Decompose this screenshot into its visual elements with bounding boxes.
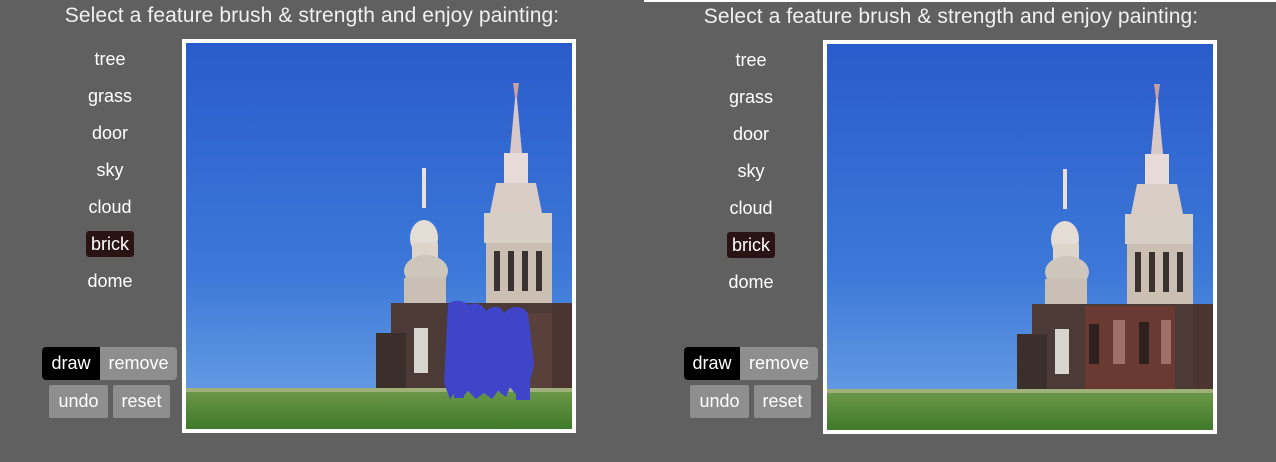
mode-toggle: draw remove <box>42 347 177 380</box>
remove-button[interactable]: remove <box>740 347 818 380</box>
painting-canvas[interactable] <box>182 39 576 433</box>
brush-stroke <box>444 300 534 400</box>
undo-button[interactable]: undo <box>49 385 108 418</box>
brush-brick[interactable]: brick <box>711 227 791 264</box>
brush-grass[interactable]: grass <box>711 79 791 116</box>
brush-tree[interactable]: tree <box>70 41 150 78</box>
brush-brick[interactable]: brick <box>70 226 150 263</box>
brush-cloud[interactable]: cloud <box>711 190 791 227</box>
brush-list: tree grass door sky cloud brick dome <box>70 41 150 300</box>
mode-toggle: draw remove <box>684 347 818 380</box>
painting-canvas[interactable] <box>823 40 1217 434</box>
action-buttons: undo reset <box>49 385 170 418</box>
brush-list: tree grass door sky cloud brick dome <box>711 42 791 301</box>
brush-door[interactable]: door <box>70 115 150 152</box>
panel-output: Select a feature brush & strength and en… <box>641 0 1276 462</box>
brush-sky[interactable]: sky <box>711 153 791 190</box>
brush-sky[interactable]: sky <box>70 152 150 189</box>
reset-button[interactable]: reset <box>754 385 811 418</box>
undo-button[interactable]: undo <box>690 385 749 418</box>
instruction-text: Select a feature brush & strength and en… <box>703 5 1199 28</box>
church-scene-image <box>827 44 1213 430</box>
church-scene-image <box>186 43 572 429</box>
draw-button[interactable]: draw <box>42 347 100 380</box>
brush-cloud[interactable]: cloud <box>70 189 150 226</box>
brush-door[interactable]: door <box>711 116 791 153</box>
action-buttons: undo reset <box>690 385 811 418</box>
remove-button[interactable]: remove <box>100 347 177 380</box>
brush-grass[interactable]: grass <box>70 78 150 115</box>
grass-field <box>827 389 1213 430</box>
grass-field <box>186 388 572 429</box>
draw-button[interactable]: draw <box>684 347 740 380</box>
panel-input: Select a feature brush & strength and en… <box>0 0 640 462</box>
reset-button[interactable]: reset <box>113 385 170 418</box>
brush-dome[interactable]: dome <box>70 263 150 300</box>
instruction-text: Select a feature brush & strength and en… <box>64 4 560 27</box>
brush-tree[interactable]: tree <box>711 42 791 79</box>
brush-dome[interactable]: dome <box>711 264 791 301</box>
